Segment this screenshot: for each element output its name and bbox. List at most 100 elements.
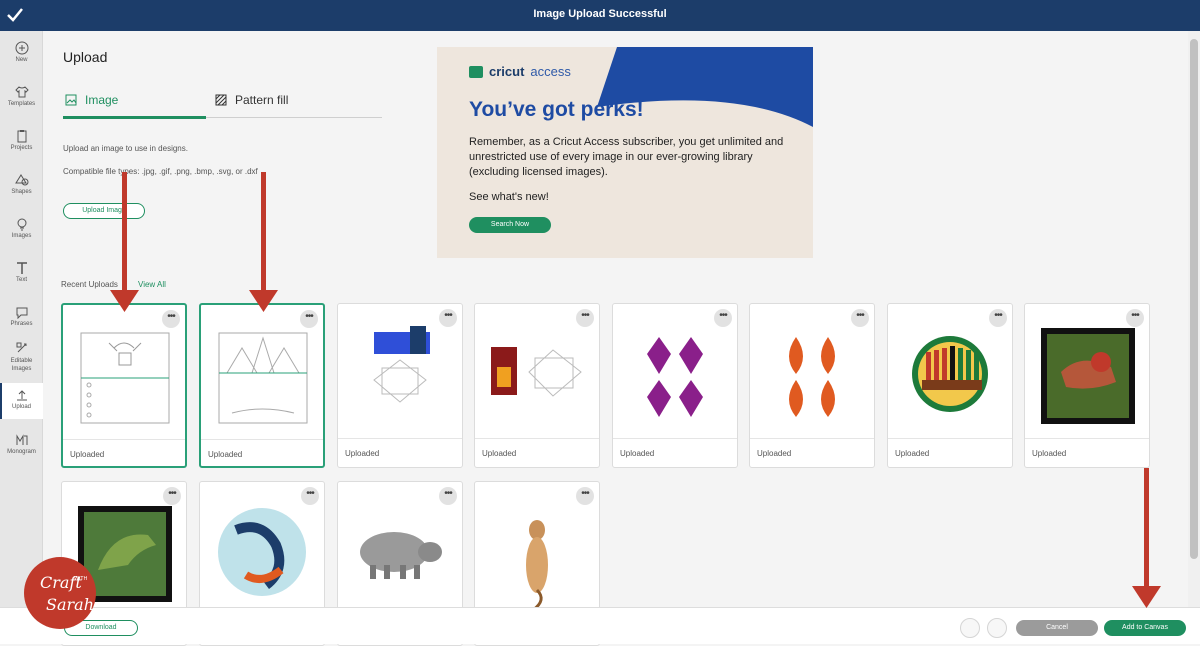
- sidebar-item-label-line2: Images: [11, 366, 32, 372]
- sidebar-item-label: Templates: [7, 101, 36, 107]
- card-divider: [1025, 438, 1149, 439]
- sidebar-item-projects[interactable]: Projects: [0, 125, 43, 159]
- upload-icon: [16, 390, 27, 401]
- upload-card[interactable]: ••• Uploaded: [749, 303, 875, 468]
- card-label: Uploaded: [1032, 449, 1067, 458]
- sidebar-item-editable-images[interactable]: Editable Images: [0, 339, 43, 381]
- tab-active-indicator: [63, 116, 206, 119]
- more-options-button[interactable]: •••: [163, 487, 181, 505]
- top-bar: Image Upload Successful: [0, 0, 1200, 31]
- triceratops-thumbnail: [1041, 328, 1135, 424]
- kinara-thumbnail: [912, 336, 988, 412]
- koi-fish-thumbnail: [218, 508, 306, 596]
- sidebar-item-new[interactable]: New: [0, 37, 43, 71]
- cricut-logo-icon: [469, 65, 483, 78]
- banner-body: Remember, as a Cricut Access subscriber,…: [469, 136, 784, 178]
- sidebar-item-phrases[interactable]: Phrases: [0, 301, 43, 335]
- sidebar-item-label: New: [15, 57, 28, 63]
- purple-earrings-thumbnail: [647, 337, 703, 417]
- sidebar-item-shapes[interactable]: Shapes: [0, 169, 43, 203]
- check-circle-icon[interactable]: [987, 618, 1007, 638]
- upload-card[interactable]: ••• Uploaded: [199, 303, 325, 468]
- plus-circle-icon: [15, 41, 28, 55]
- more-options-button[interactable]: •••: [576, 487, 594, 505]
- add-to-canvas-button[interactable]: Add to Canvas: [1104, 620, 1186, 636]
- sidebar-item-label: Images: [11, 233, 32, 239]
- clipboard-icon: [17, 130, 26, 143]
- cricut-access-banner[interactable]: cricut access You’ve got perks! Remember…: [437, 47, 813, 258]
- share-icon[interactable]: [960, 618, 980, 638]
- window-title: Image Upload Successful: [533, 8, 667, 20]
- more-options-button[interactable]: •••: [439, 309, 457, 327]
- upload-card[interactable]: ••• Uploaded: [474, 303, 600, 468]
- hippo-thumbnail: [360, 532, 442, 579]
- upload-description: Upload an image to use in designs.: [63, 144, 188, 153]
- pattern-icon: [215, 94, 227, 106]
- sidebar-item-monogram[interactable]: Monogram: [0, 429, 43, 463]
- sidebar-item-images[interactable]: Images: [0, 213, 43, 247]
- sidebar-item-label: Projects: [10, 145, 33, 151]
- editable-images-icon: [16, 342, 26, 353]
- banner-headline: You’ve got perks!: [469, 98, 644, 121]
- card-divider: [888, 438, 1012, 439]
- card-divider: [338, 438, 462, 439]
- upload-panel: Upload Image Pattern fill Upload an imag…: [44, 31, 1188, 646]
- upload-card[interactable]: ••• Uploaded: [61, 303, 187, 468]
- upload-card[interactable]: ••• Uploaded: [1024, 303, 1150, 468]
- text-icon: [16, 262, 27, 274]
- sidebar: New Templates Projects Shapes Images Tex…: [0, 31, 43, 644]
- card-divider: [475, 438, 599, 439]
- more-options-button[interactable]: •••: [851, 309, 869, 327]
- watermark-with: WITH: [74, 576, 87, 582]
- more-options-button[interactable]: •••: [301, 487, 319, 505]
- upload-card[interactable]: ••• Uploaded: [612, 303, 738, 468]
- annotation-arrow: [110, 172, 139, 312]
- more-options-button[interactable]: •••: [162, 310, 180, 328]
- sidebar-item-text[interactable]: Text: [0, 257, 43, 291]
- winter-house-card-thumbnail: [218, 332, 308, 424]
- reindeer-card-thumbnail: [80, 332, 170, 424]
- image-icon: [65, 94, 77, 106]
- tab-image[interactable]: Image: [65, 93, 118, 107]
- more-options-button[interactable]: •••: [300, 310, 318, 328]
- card-divider: [201, 439, 323, 440]
- card-divider: [63, 439, 185, 440]
- search-now-button[interactable]: Search Now: [469, 217, 551, 233]
- shirt-icon: [14, 86, 29, 98]
- more-options-button[interactable]: •••: [576, 309, 594, 327]
- brand-suffix: access: [530, 64, 571, 79]
- card-divider: [750, 438, 874, 439]
- more-options-button[interactable]: •••: [1126, 309, 1144, 327]
- sidebar-item-label: Shapes: [11, 189, 32, 195]
- envelope-blue-houses-thumbnail: [373, 326, 430, 403]
- sidebar-item-label: Text: [15, 277, 27, 283]
- sidebar-item-label: Editable: [10, 358, 33, 364]
- card-label: Uploaded: [482, 449, 517, 458]
- more-options-button[interactable]: •••: [714, 309, 732, 327]
- card-label: Uploaded: [70, 450, 105, 459]
- monogram-icon: [16, 434, 27, 445]
- sidebar-item-upload[interactable]: Upload: [0, 383, 43, 419]
- annotation-arrow: [249, 172, 278, 312]
- upload-card[interactable]: ••• Uploaded: [887, 303, 1013, 468]
- annotation-arrow: [1132, 468, 1161, 608]
- view-all-link[interactable]: View All: [138, 280, 166, 289]
- envelope-fireplace-thumbnail: [491, 347, 582, 397]
- card-label: Uploaded: [345, 449, 380, 458]
- cricut-access-logo: cricut access: [469, 64, 571, 79]
- card-label: Uploaded: [757, 449, 792, 458]
- upload-card[interactable]: ••• Uploaded: [337, 303, 463, 468]
- tab-pattern-fill[interactable]: Pattern fill: [215, 93, 288, 107]
- lightbulb-icon: [17, 218, 26, 231]
- more-options-button[interactable]: •••: [989, 309, 1007, 327]
- meerkat-thumbnail: [526, 520, 548, 612]
- sidebar-item-templates[interactable]: Templates: [0, 81, 43, 115]
- card-divider: [613, 438, 737, 439]
- cancel-button[interactable]: Cancel: [1016, 620, 1098, 636]
- file-types-text: Compatible file types: .jpg, .gif, .png,…: [63, 167, 258, 176]
- scrollbar[interactable]: [1188, 31, 1200, 607]
- card-label: Uploaded: [208, 450, 243, 459]
- card-label: Uploaded: [620, 449, 655, 458]
- scrollbar-thumb[interactable]: [1190, 39, 1198, 559]
- more-options-button[interactable]: •••: [439, 487, 457, 505]
